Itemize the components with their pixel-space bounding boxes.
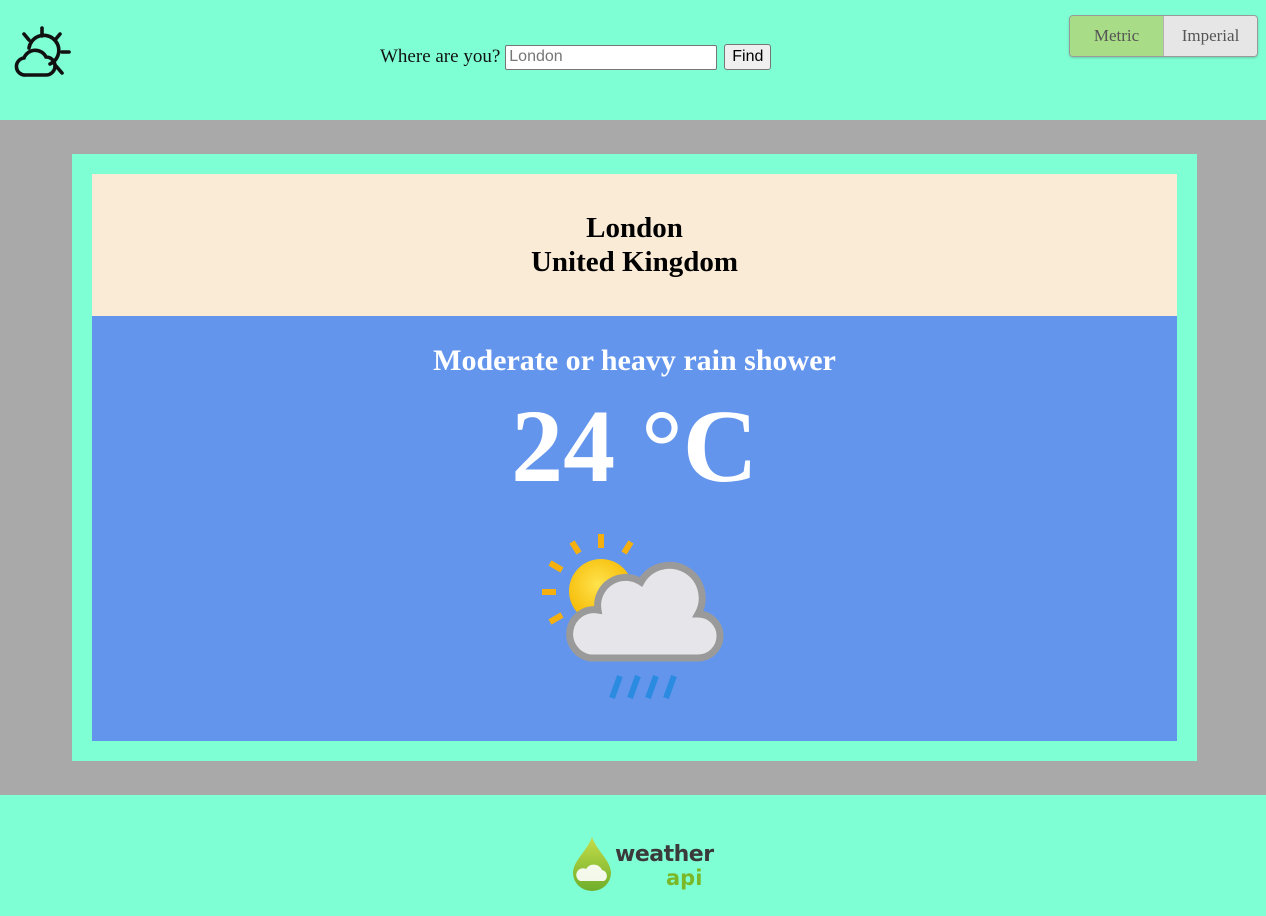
unit-toggle: Metric Imperial [1069,15,1258,57]
weatherapi-logo[interactable]: weather api [570,833,714,893]
location-panel: London United Kingdom [92,174,1177,316]
find-button[interactable]: Find [724,44,772,70]
weather-card: London United Kingdom Moderate or heavy … [92,174,1177,741]
weather-card-frame: London United Kingdom Moderate or heavy … [72,154,1197,761]
logo-sub: api [666,866,703,890]
header: Where are you? Find Metric Imperial [0,0,1266,120]
logo-word: weather [615,842,714,867]
temperature-value: 24 °C [511,389,758,504]
weather-condition: Moderate or heavy rain shower [433,344,836,377]
country-name: United Kingdom [530,246,739,278]
weather-panel: Moderate or heavy rain shower 24 °C [92,316,1177,741]
main-content: London United Kingdom Moderate or heavy … [0,120,1266,795]
sun-cloud-rain-icon [542,534,724,700]
footer: weather api [0,795,1266,916]
search-form: Where are you? Find [380,44,772,70]
search-label: Where are you? [380,46,501,67]
imperial-button[interactable]: Imperial [1164,16,1257,56]
weather-app-logo-icon [14,26,71,77]
city-name: London [586,212,683,244]
location-search-input[interactable] [505,44,718,70]
metric-button[interactable]: Metric [1070,16,1164,56]
water-drop-icon [573,837,611,891]
